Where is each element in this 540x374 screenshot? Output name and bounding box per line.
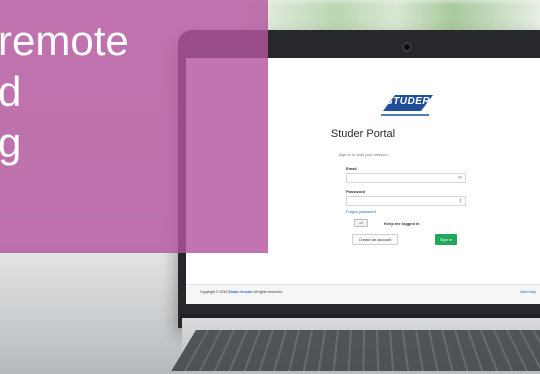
portal-footer [186, 284, 540, 304]
email-label: Email [346, 166, 357, 171]
create-account-button[interactable]: Create an account [352, 234, 398, 245]
keep-logged-toggle[interactable]: off [354, 219, 368, 227]
forgot-password-link[interactable]: Forgot password [346, 209, 376, 214]
laptop-keyboard [171, 330, 540, 372]
password-field[interactable]: ⚷ [346, 196, 466, 206]
footer-help-link[interactable]: Need help [520, 290, 536, 294]
logo-text: STUDER [386, 96, 431, 107]
background-desk [0, 240, 200, 374]
headline-line-3: g [0, 119, 22, 166]
footer-copyright-prefix: Copyright © 2019 [200, 290, 228, 294]
headline-overlay: remote d g [0, 0, 268, 253]
envelope-icon: ✉ [457, 175, 462, 181]
password-label: Password [346, 189, 365, 194]
email-field[interactable]: ✉ [346, 173, 466, 183]
sign-in-button[interactable]: Sign in [435, 234, 457, 245]
footer-brand-link[interactable]: Studer Innotec [228, 290, 253, 294]
headline-line-1: remote [0, 17, 129, 64]
key-icon: ⚷ [458, 198, 462, 204]
keep-logged-label: Keep me logged in [384, 221, 420, 226]
webcam-icon [402, 42, 412, 52]
headline-line-2: d [0, 68, 22, 115]
footer-copyright-suffix: All rights reserved. [253, 290, 283, 294]
footer-copyright: Copyright © 2019 Studer Innotec All righ… [200, 290, 283, 294]
